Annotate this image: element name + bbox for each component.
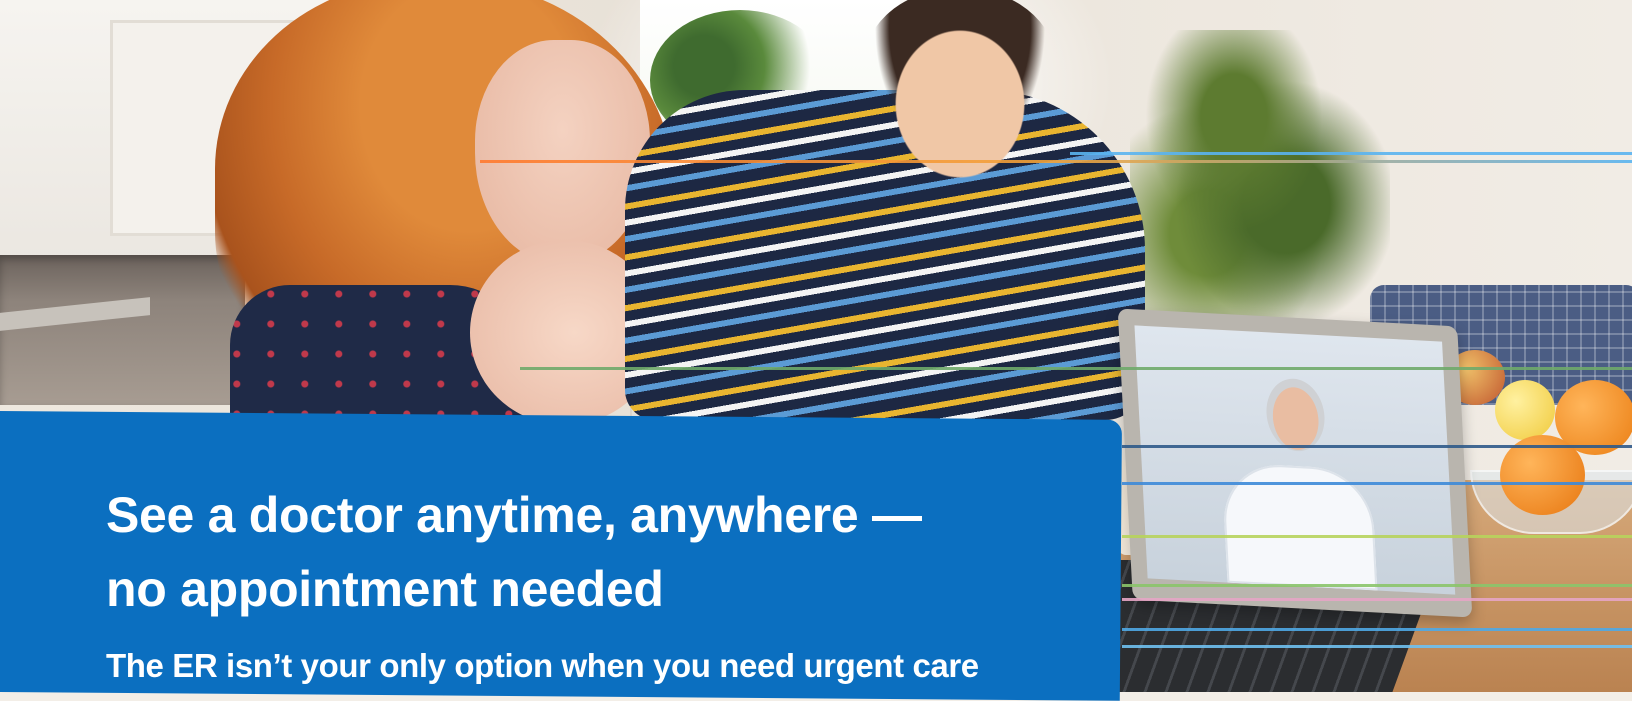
boy-head: [860, 0, 1060, 180]
lemon: [1495, 380, 1555, 440]
woman-face: [475, 40, 650, 265]
doctor-head: [1264, 377, 1327, 453]
video-call-display: [1134, 325, 1456, 595]
house-plant: [1130, 30, 1390, 320]
headline-line-2: no appointment needed: [106, 561, 664, 617]
kitchen-counter: [0, 255, 245, 405]
headline: See a doctor anytime, anywhere — no appo…: [106, 478, 1006, 626]
headline-line-1: See a doctor anytime, anywhere —: [106, 487, 922, 543]
subheadline: The ER isn’t your only option when you n…: [106, 647, 979, 684]
laptop-screen: [1117, 308, 1473, 618]
glitch-streak: [520, 367, 1632, 370]
glitch-streak: [1122, 645, 1632, 648]
glitch-streak: [1122, 628, 1632, 631]
glitch-streak: [480, 160, 1632, 163]
glitch-streak: [1122, 482, 1632, 485]
glitch-streak: [1122, 584, 1632, 587]
glitch-streak: [1122, 598, 1632, 601]
glitch-streak: [1122, 445, 1632, 448]
glitch-streak: [1122, 535, 1632, 538]
glitch-streak: [1070, 152, 1632, 155]
